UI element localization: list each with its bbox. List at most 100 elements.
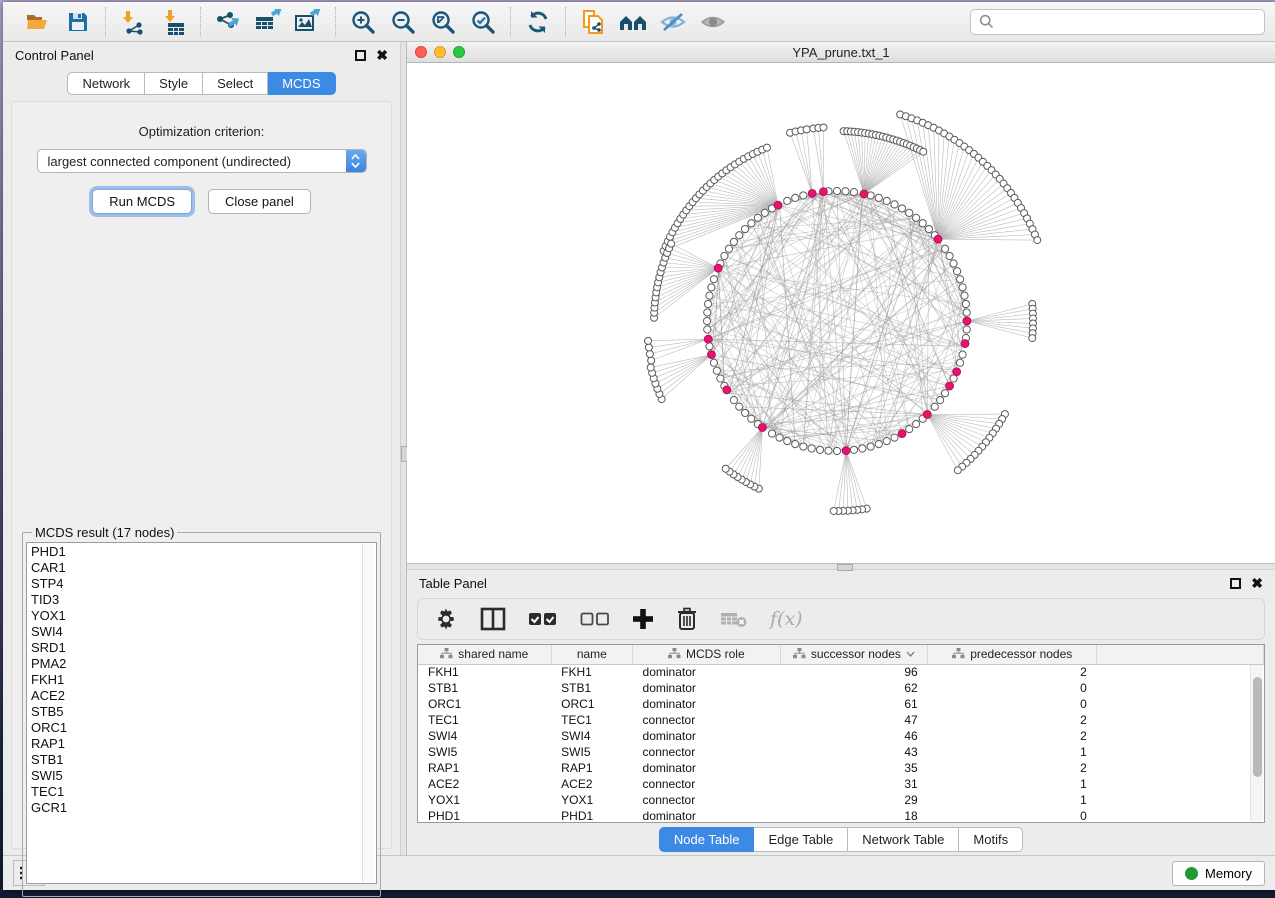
network-node[interactable] <box>875 194 882 201</box>
mcds-node[interactable] <box>704 335 712 343</box>
cell-shared_name[interactable]: SWI4 <box>418 728 551 744</box>
network-node[interactable] <box>898 205 905 212</box>
network-node[interactable] <box>946 252 953 259</box>
network-node[interactable] <box>647 364 654 371</box>
network-node[interactable] <box>668 240 675 247</box>
tab-network-table[interactable]: Network Table <box>848 827 959 852</box>
network-node[interactable] <box>962 300 969 307</box>
network-node[interactable] <box>820 124 827 131</box>
network-node[interactable] <box>867 443 874 450</box>
network-node[interactable] <box>925 225 932 232</box>
network-node[interactable] <box>941 390 948 397</box>
network-node[interactable] <box>721 252 728 259</box>
network-node[interactable] <box>825 447 832 454</box>
network-node[interactable] <box>761 209 768 216</box>
network-node[interactable] <box>954 268 961 275</box>
network-node[interactable] <box>704 326 711 333</box>
close-table-panel-icon[interactable]: ✖ <box>1251 578 1263 589</box>
network-node[interactable] <box>850 446 857 453</box>
network-node[interactable] <box>784 197 791 204</box>
cell-predecessor[interactable]: 1 <box>928 792 1097 808</box>
tab-node-table[interactable]: Node Table <box>659 827 755 852</box>
mcds-node[interactable] <box>842 447 850 455</box>
import-table-icon[interactable] <box>158 7 188 37</box>
network-node[interactable] <box>705 300 712 307</box>
cell-predecessor[interactable]: 0 <box>928 808 1097 823</box>
network-node[interactable] <box>736 403 743 410</box>
column-header[interactable]: MCDS role <box>633 645 781 664</box>
table-row[interactable]: RAP1RAP1dominator352 <box>418 760 1264 776</box>
export-network-icon[interactable] <box>213 7 243 37</box>
cell-mcds_role[interactable]: connector <box>633 744 781 760</box>
mcds-result-item[interactable]: SRD1 <box>31 640 376 656</box>
zoom-selected-icon[interactable] <box>468 7 498 37</box>
network-node[interactable] <box>913 214 920 221</box>
column-header[interactable]: name <box>551 645 632 664</box>
run-mcds-button[interactable]: Run MCDS <box>92 189 192 214</box>
float-panel-icon[interactable] <box>355 50 366 61</box>
save-session-icon[interactable] <box>63 7 93 37</box>
network-node[interactable] <box>706 343 713 350</box>
table-scrollbar[interactable] <box>1250 665 1263 821</box>
maximize-window-icon[interactable] <box>453 46 465 58</box>
mcds-node[interactable] <box>961 340 969 348</box>
network-node[interactable] <box>954 467 961 474</box>
cell-mcds_role[interactable]: connector <box>633 792 781 808</box>
mcds-result-item[interactable]: ACE2 <box>31 688 376 704</box>
cell-successor[interactable]: 47 <box>780 712 928 728</box>
tab-mcds[interactable]: MCDS <box>268 72 335 95</box>
hide-selected-icon[interactable] <box>658 7 688 37</box>
cell-name[interactable]: SWI5 <box>551 744 632 760</box>
mcds-result-item[interactable]: STB5 <box>31 704 376 720</box>
cell-shared_name[interactable]: FKH1 <box>418 664 551 680</box>
network-node[interactable] <box>706 292 713 299</box>
network-node[interactable] <box>730 238 737 245</box>
network-node[interactable] <box>710 359 717 366</box>
network-node[interactable] <box>645 337 652 344</box>
column-header[interactable]: predecessor nodes <box>928 645 1097 664</box>
mcds-result-item[interactable]: STP4 <box>31 576 376 592</box>
cell-shared_name[interactable]: ACE2 <box>418 776 551 792</box>
splitter-handle[interactable] <box>837 564 853 571</box>
cell-successor[interactable]: 62 <box>780 680 928 696</box>
search-field[interactable] <box>970 9 1265 35</box>
criterion-select[interactable]: largest connected component (undirected) <box>37 149 367 173</box>
network-node[interactable] <box>959 351 966 358</box>
horizontal-splitter[interactable] <box>407 563 1275 570</box>
mcds-node[interactable] <box>946 382 954 390</box>
tab-style[interactable]: Style <box>145 72 203 95</box>
network-node[interactable] <box>808 445 815 452</box>
add-row-icon[interactable] <box>632 604 654 634</box>
mcds-result-item[interactable]: TID3 <box>31 592 376 608</box>
mcds-node[interactable] <box>898 430 906 438</box>
cell-mcds_role[interactable]: connector <box>633 712 781 728</box>
mcds-result-item[interactable]: SWI5 <box>31 768 376 784</box>
network-node[interactable] <box>725 245 732 252</box>
table-row[interactable]: STB1STB1dominator620 <box>418 680 1264 696</box>
cell-name[interactable]: STB1 <box>551 680 632 696</box>
close-window-icon[interactable] <box>415 46 427 58</box>
network-node[interactable] <box>800 443 807 450</box>
network-node[interactable] <box>708 284 715 291</box>
mcds-node[interactable] <box>759 424 767 432</box>
cell-name[interactable]: FKH1 <box>551 664 632 680</box>
tab-edge-table[interactable]: Edge Table <box>754 827 848 852</box>
table-row[interactable]: YOX1YOX1connector291 <box>418 792 1264 808</box>
table-row[interactable]: SWI5SWI5connector431 <box>418 744 1264 760</box>
network-node[interactable] <box>754 214 761 221</box>
mcds-node[interactable] <box>723 386 731 394</box>
network-node[interactable] <box>730 397 737 404</box>
network-node[interactable] <box>736 232 743 239</box>
mcds-result-item[interactable]: SWI4 <box>31 624 376 640</box>
network-node[interactable] <box>961 292 968 299</box>
mcds-result-list[interactable]: PHD1CAR1STP4TID3YOX1SWI4SRD1PMA2FKH1ACE2… <box>26 542 377 884</box>
cell-name[interactable]: YOX1 <box>551 792 632 808</box>
clone-network-icon[interactable] <box>578 7 608 37</box>
deselect-all-icon[interactable] <box>580 604 610 634</box>
mcds-node[interactable] <box>714 264 722 272</box>
network-node[interactable] <box>703 317 710 324</box>
network-node[interactable] <box>891 201 898 208</box>
cell-predecessor[interactable]: 1 <box>928 776 1097 792</box>
mcds-node[interactable] <box>923 411 931 419</box>
refresh-icon[interactable] <box>523 7 553 37</box>
